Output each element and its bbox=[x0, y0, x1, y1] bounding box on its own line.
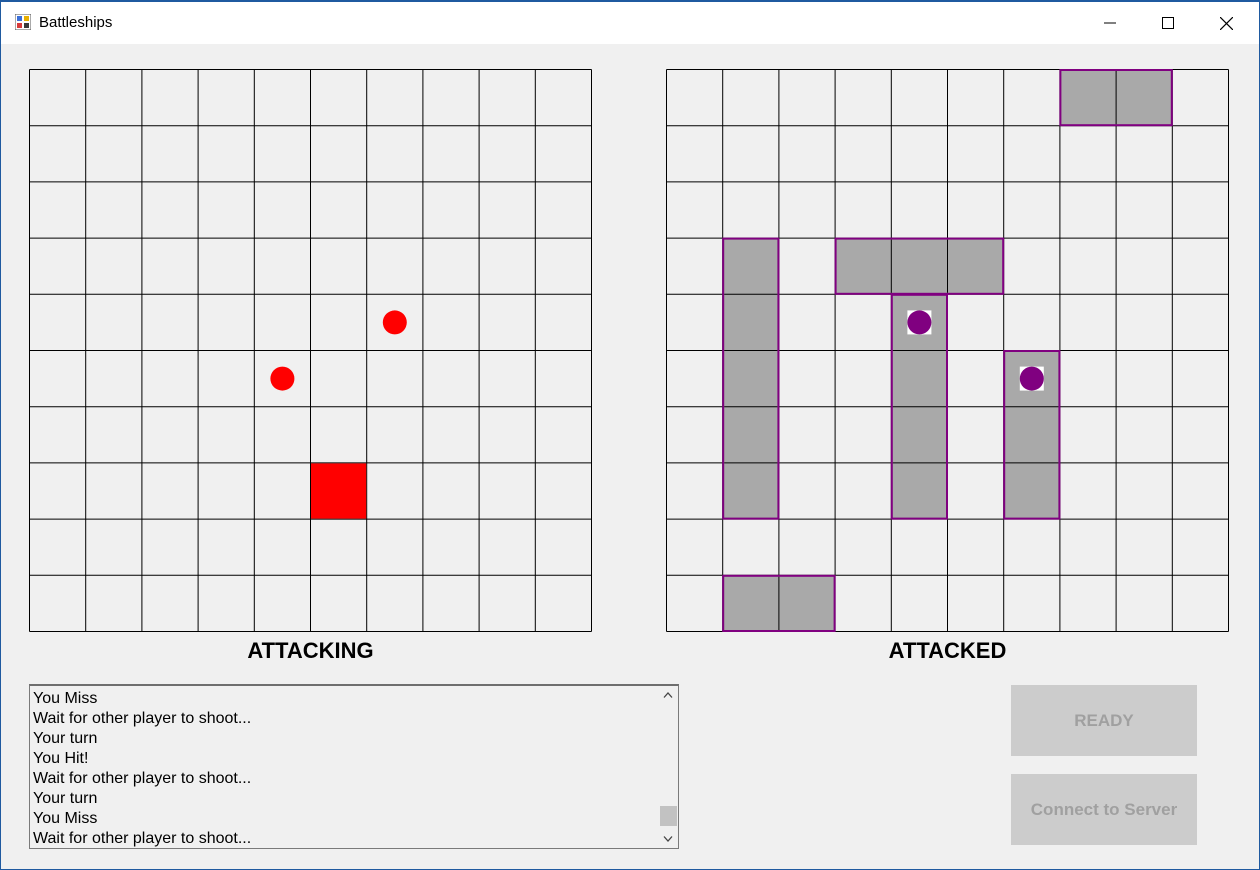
log-line: You Miss bbox=[33, 690, 98, 707]
miss-marker bbox=[270, 366, 295, 391]
maximize-icon bbox=[1162, 17, 1174, 29]
close-icon bbox=[1219, 16, 1233, 30]
ship bbox=[834, 237, 1005, 295]
log-line: Wait for other player to shoot... bbox=[33, 830, 252, 847]
attacked-board bbox=[666, 69, 1229, 632]
log-line: You Miss bbox=[33, 810, 98, 827]
minimize-icon bbox=[1104, 22, 1116, 24]
enemy-hit-marker bbox=[1019, 366, 1044, 391]
game-log[interactable]: You Miss Wait for other player to shoot..… bbox=[29, 684, 679, 849]
log-line: Your turn bbox=[33, 790, 98, 807]
ready-button[interactable]: READY bbox=[1011, 685, 1197, 756]
scroll-down-button[interactable] bbox=[658, 830, 678, 848]
attacked-grid bbox=[666, 69, 1229, 632]
hit-marker bbox=[311, 463, 367, 519]
log-lines: You Miss Wait for other player to shoot..… bbox=[33, 689, 656, 848]
log-line: You Hit! bbox=[33, 750, 89, 767]
attacking-grid[interactable] bbox=[29, 69, 592, 632]
chevron-up-icon bbox=[663, 692, 673, 698]
connect-server-button[interactable]: Connect to Server bbox=[1011, 774, 1197, 845]
battleships-app-icon bbox=[15, 14, 31, 30]
attacking-board[interactable] bbox=[29, 69, 592, 632]
miss-marker bbox=[382, 310, 407, 335]
log-line: Your turn bbox=[33, 730, 98, 747]
attacking-caption: ATTACKING bbox=[247, 638, 374, 663]
chevron-down-icon bbox=[663, 836, 673, 842]
ship bbox=[722, 237, 780, 520]
minimize-button[interactable] bbox=[1081, 2, 1139, 44]
log-line: Wait for other player to shoot... bbox=[33, 770, 252, 787]
enemy-hit-marker bbox=[907, 310, 932, 335]
scroll-up-button[interactable] bbox=[658, 686, 678, 704]
window-title: Battleships bbox=[39, 14, 113, 31]
close-button[interactable] bbox=[1197, 2, 1255, 44]
log-line: Wait for other player to shoot... bbox=[33, 710, 252, 727]
title-bar[interactable]: Battleships bbox=[1, 2, 1259, 44]
maximize-button[interactable] bbox=[1139, 2, 1197, 44]
app-window: Battleships ATTACKING ATTACKED You Miss W… bbox=[0, 0, 1260, 870]
scroll-thumb[interactable] bbox=[660, 806, 677, 826]
log-scrollbar[interactable] bbox=[658, 686, 678, 848]
attacked-caption: ATTACKED bbox=[888, 638, 1007, 663]
